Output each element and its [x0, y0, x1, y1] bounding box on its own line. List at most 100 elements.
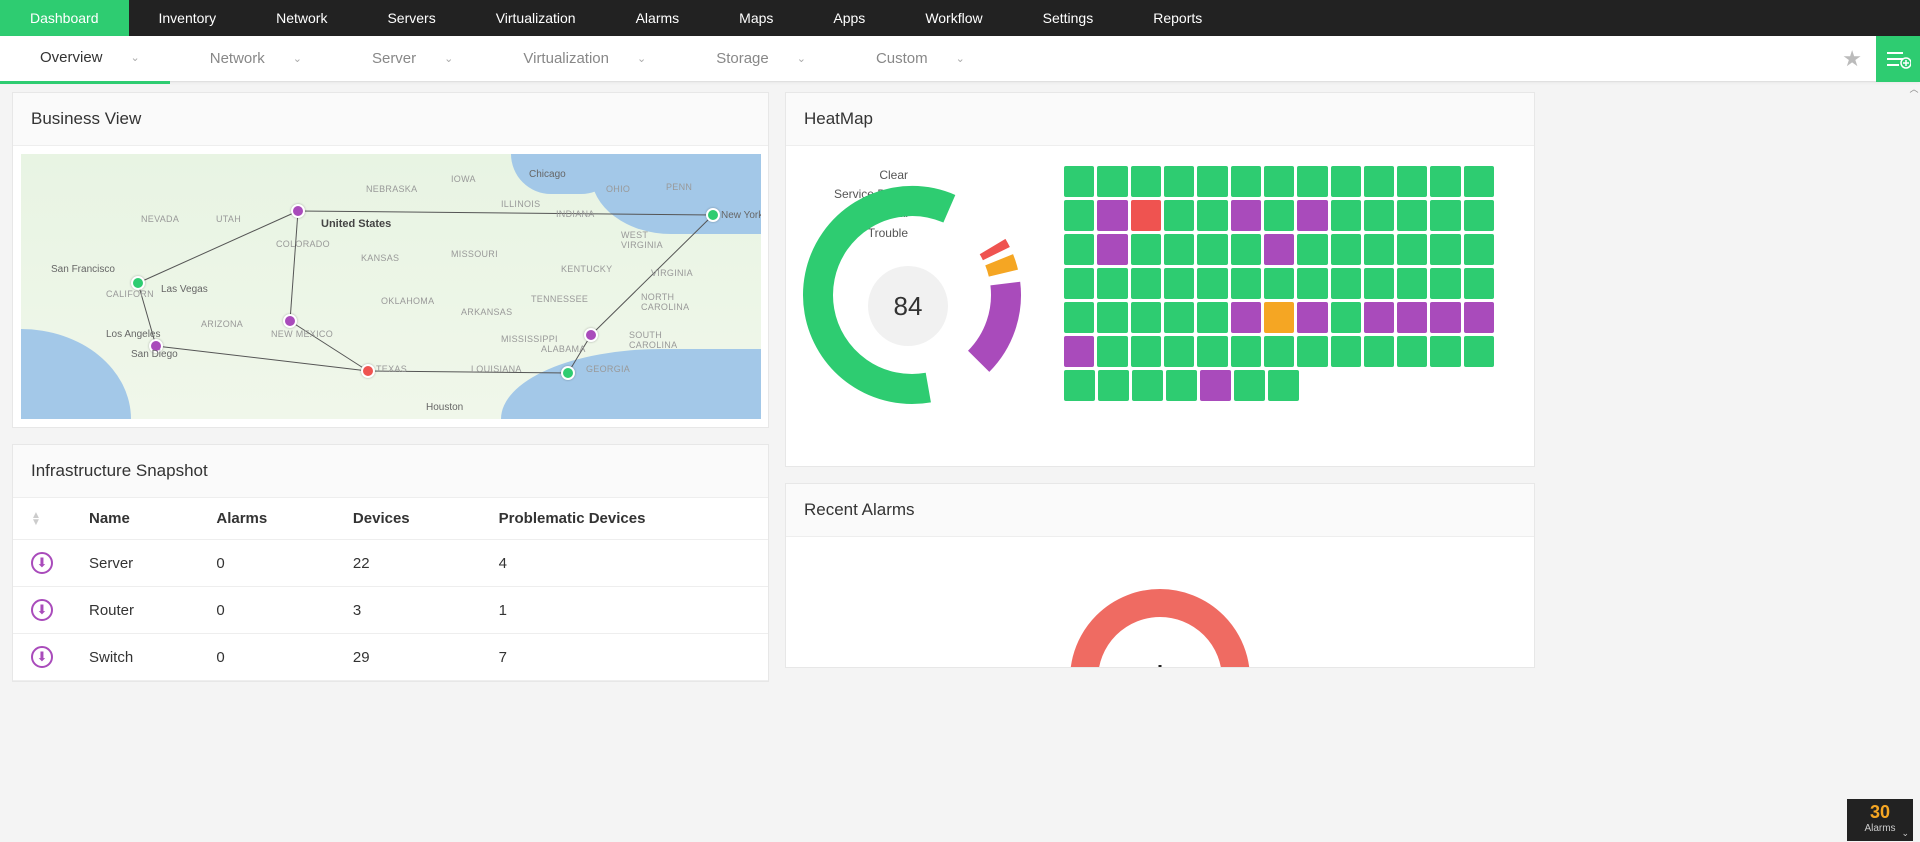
heatmap-cell[interactable]: [1264, 302, 1294, 333]
heatmap-cell[interactable]: [1164, 166, 1194, 197]
heatmap-cell[interactable]: [1164, 302, 1194, 333]
heatmap-cell[interactable]: [1231, 268, 1261, 299]
heatmap-cell[interactable]: [1364, 200, 1394, 231]
heatmap-cell[interactable]: [1397, 336, 1427, 367]
secondary-nav-network[interactable]: Network⌄: [170, 35, 332, 83]
heatmap-cell[interactable]: [1131, 166, 1161, 197]
heatmap-cell[interactable]: [1364, 166, 1394, 197]
heatmap-cell[interactable]: [1264, 166, 1294, 197]
heatmap-cell[interactable]: [1264, 336, 1294, 367]
heatmap-cell[interactable]: [1430, 200, 1460, 231]
heatmap-cell[interactable]: [1197, 200, 1227, 231]
expand-row-icon[interactable]: ⬇: [31, 646, 53, 668]
heatmap-cell[interactable]: [1098, 370, 1129, 401]
primary-nav-maps[interactable]: Maps: [709, 0, 803, 36]
heatmap-cell[interactable]: [1464, 302, 1494, 333]
primary-nav-settings[interactable]: Settings: [1013, 0, 1124, 36]
heatmap-cell[interactable]: [1464, 200, 1494, 231]
heatmap-cell[interactable]: [1164, 268, 1194, 299]
heatmap-cell[interactable]: [1364, 336, 1394, 367]
heatmap-cell[interactable]: [1297, 268, 1327, 299]
map-node[interactable]: [131, 276, 145, 290]
primary-nav-servers[interactable]: Servers: [357, 0, 465, 36]
scroll-up-icon[interactable]: ︿: [1908, 82, 1920, 94]
expand-row-icon[interactable]: ⬇: [31, 552, 53, 574]
heatmap-cell[interactable]: [1297, 234, 1327, 265]
heatmap-cell[interactable]: [1200, 370, 1231, 401]
table-row[interactable]: ⬇Router031: [13, 587, 768, 634]
heatmap-cell[interactable]: [1132, 370, 1163, 401]
heatmap-cell[interactable]: [1430, 302, 1460, 333]
heatmap-cell[interactable]: [1364, 268, 1394, 299]
heatmap-cell[interactable]: [1430, 166, 1460, 197]
primary-nav-network[interactable]: Network: [246, 0, 357, 36]
heatmap-cell[interactable]: [1131, 336, 1161, 367]
business-view-map[interactable]: United StatesNEVADAUTAHCOLORADOKANSASARI…: [21, 154, 761, 419]
primary-nav-virtualization[interactable]: Virtualization: [466, 0, 606, 36]
heatmap-cell[interactable]: [1331, 234, 1361, 265]
heatmap-cell[interactable]: [1131, 200, 1161, 231]
heatmap-cell[interactable]: [1064, 370, 1095, 401]
primary-nav-apps[interactable]: Apps: [803, 0, 895, 36]
heatmap-donut[interactable]: ClearService DownCriticalTrouble: [794, 166, 1024, 436]
heatmap-cell[interactable]: [1331, 200, 1361, 231]
primary-nav-dashboard[interactable]: Dashboard: [0, 0, 129, 36]
secondary-nav-storage[interactable]: Storage⌄: [676, 35, 836, 83]
heatmap-cell[interactable]: [1297, 200, 1327, 231]
heatmap-cell[interactable]: [1264, 268, 1294, 299]
col-devices[interactable]: Devices: [335, 498, 481, 540]
heatmap-cell[interactable]: [1131, 234, 1161, 265]
heatmap-cell[interactable]: [1064, 200, 1094, 231]
heatmap-cell[interactable]: [1464, 234, 1494, 265]
heatmap-cell[interactable]: [1164, 234, 1194, 265]
heatmap-cell[interactable]: [1197, 268, 1227, 299]
heatmap-cell[interactable]: [1464, 336, 1494, 367]
heatmap-cell[interactable]: [1331, 336, 1361, 367]
heatmap-cell[interactable]: [1064, 268, 1094, 299]
heatmap-cell[interactable]: [1297, 336, 1327, 367]
secondary-nav-server[interactable]: Server⌄: [332, 35, 483, 83]
map-node[interactable]: [706, 208, 720, 222]
primary-nav-inventory[interactable]: Inventory: [129, 0, 247, 36]
table-row[interactable]: ⬇Switch0297: [13, 634, 768, 681]
heatmap-cell[interactable]: [1364, 302, 1394, 333]
map-node[interactable]: [584, 328, 598, 342]
col-name[interactable]: Name: [71, 498, 198, 540]
col-alarms[interactable]: Alarms: [198, 498, 335, 540]
alarms-badge[interactable]: 30 Alarms ⌄: [1847, 799, 1913, 841]
col-problematic[interactable]: Problematic Devices: [481, 498, 768, 540]
heatmap-cell[interactable]: [1097, 200, 1127, 231]
map-node[interactable]: [561, 366, 575, 380]
heatmap-cell[interactable]: [1264, 234, 1294, 265]
secondary-nav-custom[interactable]: Custom⌄: [836, 35, 995, 83]
heatmap-cell[interactable]: [1397, 302, 1427, 333]
add-widget-button[interactable]: [1876, 36, 1920, 82]
favorite-star-icon[interactable]: ★: [1842, 46, 1862, 72]
heatmap-cell[interactable]: [1097, 302, 1127, 333]
secondary-nav-virtualization[interactable]: Virtualization⌄: [483, 35, 676, 83]
primary-nav-alarms[interactable]: Alarms: [606, 0, 710, 36]
heatmap-cell[interactable]: [1231, 200, 1261, 231]
heatmap-cell[interactable]: [1064, 166, 1094, 197]
heatmap-cell[interactable]: [1231, 166, 1261, 197]
heatmap-cell[interactable]: [1397, 234, 1427, 265]
alarms-gauge[interactable]: [1070, 589, 1250, 667]
secondary-nav-overview[interactable]: Overview⌄: [0, 35, 170, 84]
sort-column[interactable]: ▲▼: [13, 498, 71, 540]
heatmap-grid[interactable]: [1064, 166, 1494, 401]
heatmap-cell[interactable]: [1164, 336, 1194, 367]
primary-nav-reports[interactable]: Reports: [1123, 0, 1232, 36]
heatmap-cell[interactable]: [1164, 200, 1194, 231]
heatmap-cell[interactable]: [1297, 166, 1327, 197]
heatmap-cell[interactable]: [1364, 234, 1394, 265]
heatmap-cell[interactable]: [1197, 234, 1227, 265]
heatmap-cell[interactable]: [1097, 234, 1127, 265]
primary-nav-workflow[interactable]: Workflow: [895, 0, 1012, 36]
heatmap-cell[interactable]: [1231, 234, 1261, 265]
heatmap-cell[interactable]: [1064, 234, 1094, 265]
heatmap-cell[interactable]: [1197, 336, 1227, 367]
heatmap-cell[interactable]: [1097, 166, 1127, 197]
heatmap-cell[interactable]: [1397, 200, 1427, 231]
heatmap-cell[interactable]: [1331, 302, 1361, 333]
table-row[interactable]: ⬇Server0224: [13, 540, 768, 587]
